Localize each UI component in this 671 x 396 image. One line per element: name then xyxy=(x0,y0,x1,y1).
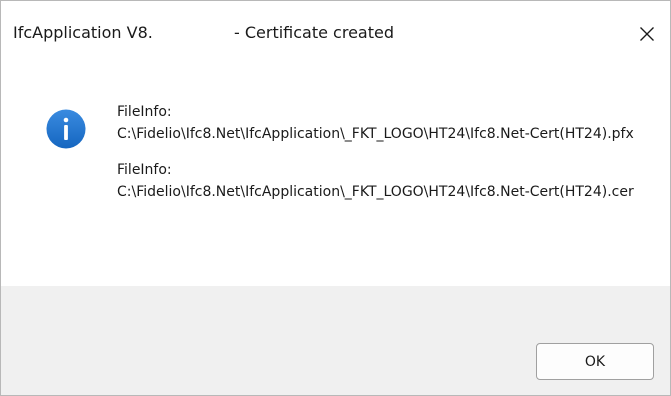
info-icon xyxy=(46,109,86,149)
fileinfo-label: FileInfo: xyxy=(117,104,172,120)
title-bar[interactable]: IfcApplication V8. - Certificate created xyxy=(1,1,670,69)
fileinfo-path: C:\Fidelio\Ifc8.Net\IfcApplication\_FKT_… xyxy=(117,184,634,200)
message-dialog: IfcApplication V8. - Certificate created xyxy=(0,0,671,396)
message-paragraph: FileInfo: C:\Fidelio\Ifc8.Net\IfcApplica… xyxy=(117,101,647,145)
button-bar: OK xyxy=(1,286,670,395)
fileinfo-label: FileInfo: xyxy=(117,162,172,178)
fileinfo-path: C:\Fidelio\Ifc8.Net\IfcApplication\_FKT_… xyxy=(117,126,634,142)
dialog-content: FileInfo: C:\Fidelio\Ifc8.Net\IfcApplica… xyxy=(1,69,670,286)
close-icon xyxy=(639,27,654,41)
window-title-message: - Certificate created xyxy=(234,23,394,42)
window-title-app: IfcApplication V8. xyxy=(13,23,153,42)
ok-button[interactable]: OK xyxy=(536,343,654,380)
close-button[interactable] xyxy=(623,9,670,59)
message-text: FileInfo: C:\Fidelio\Ifc8.Net\IfcApplica… xyxy=(117,101,647,217)
message-paragraph: FileInfo: C:\Fidelio\Ifc8.Net\IfcApplica… xyxy=(117,159,647,203)
